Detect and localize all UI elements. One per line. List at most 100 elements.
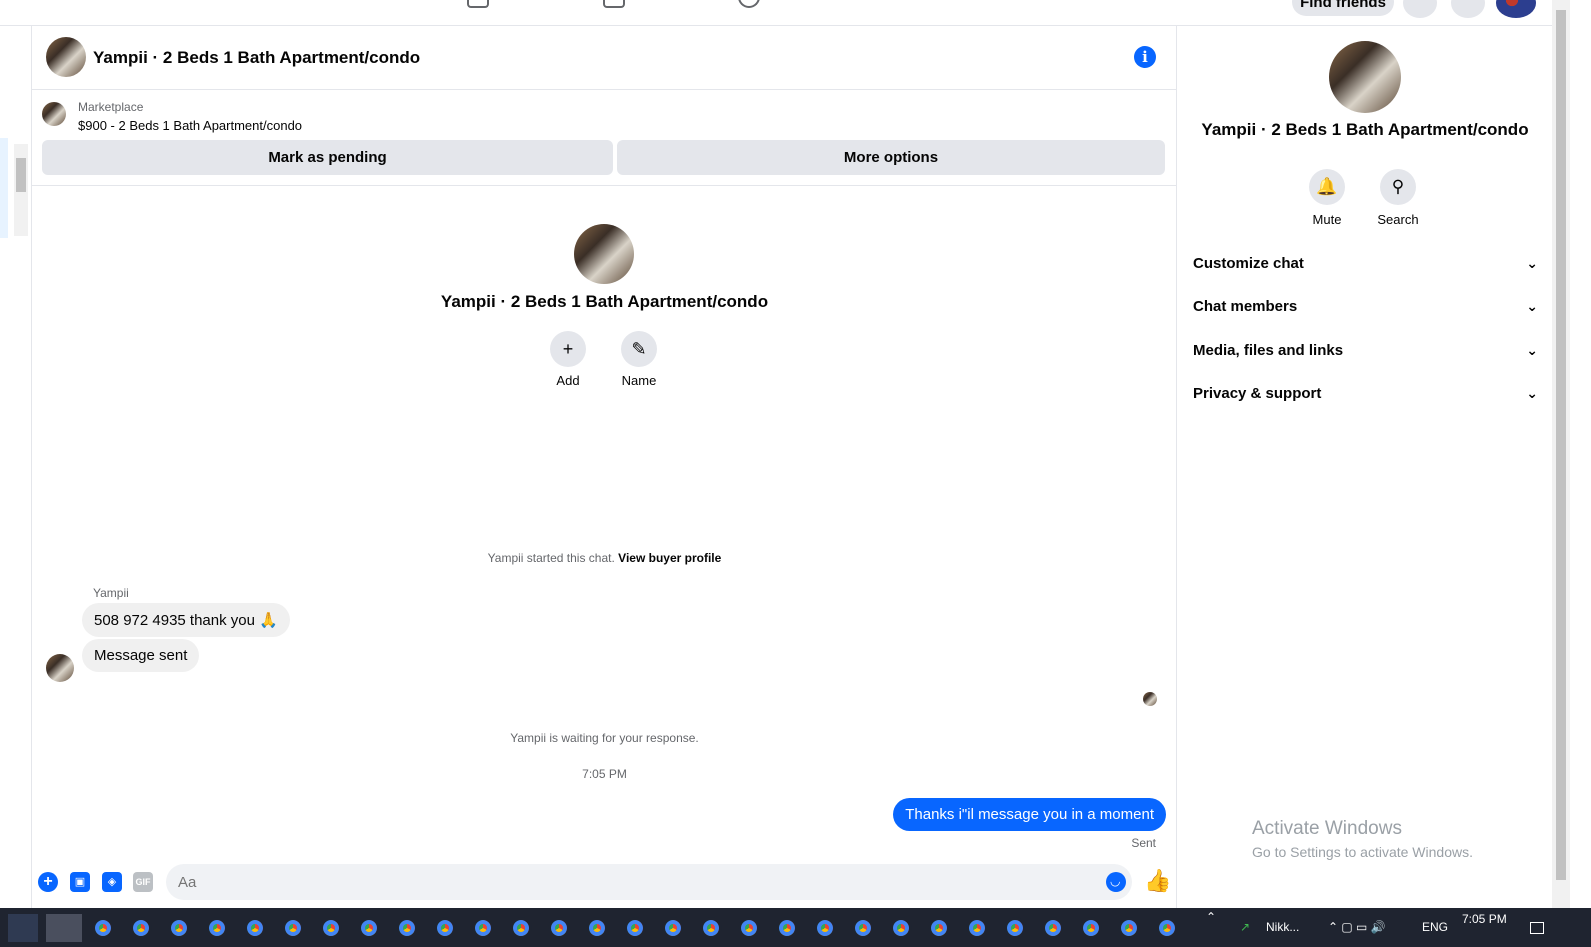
message-input[interactable] xyxy=(166,864,1132,900)
stock-icon[interactable]: ↗ xyxy=(1240,920,1250,934)
chat-avatar[interactable] xyxy=(46,37,86,77)
chrome-icon[interactable] xyxy=(396,917,418,939)
gif-icon[interactable]: GIF xyxy=(133,872,153,892)
section-label: Customize chat xyxy=(1193,255,1304,272)
chrome-icon[interactable] xyxy=(700,917,722,939)
chrome-icon[interactable] xyxy=(624,917,646,939)
thumbs-up-icon[interactable]: 👍 xyxy=(1144,868,1171,894)
photo-icon[interactable]: ▣ xyxy=(70,872,90,892)
chrome-icon[interactable] xyxy=(738,917,760,939)
name-chat-button[interactable]: ✎ Name xyxy=(609,331,669,388)
chrome-icon[interactable] xyxy=(358,917,380,939)
search-button[interactable]: ⚲ Search xyxy=(1368,169,1428,227)
chrome-icon[interactable] xyxy=(1156,917,1178,939)
add-people-button[interactable]: + Add xyxy=(538,331,598,388)
chrome-icon[interactable] xyxy=(662,917,684,939)
customize-chat-section[interactable]: Customize chat ⌄ xyxy=(1193,242,1538,285)
listing-thumbnail[interactable] xyxy=(42,102,66,126)
system-tray-icons[interactable]: ⌃ ▢ ▭ 🔊 xyxy=(1328,920,1386,934)
chrome-icon[interactable] xyxy=(586,917,608,939)
add-label: Add xyxy=(556,373,580,388)
media-files-links-section[interactable]: Media, files and links ⌄ xyxy=(1193,329,1538,372)
chat-title[interactable]: Yampii · 2 Beds 1 Bath Apartment/condo xyxy=(93,48,420,68)
chrome-icon[interactable] xyxy=(776,917,798,939)
chat-header: Yampii · 2 Beds 1 Bath Apartment/condo i xyxy=(32,26,1176,90)
menu-grid-icon[interactable] xyxy=(1403,0,1437,18)
chat-members-section[interactable]: Chat members ⌄ xyxy=(1193,285,1538,328)
more-options-button[interactable]: More options xyxy=(617,140,1165,175)
page-scroll-thumb[interactable] xyxy=(1556,10,1566,880)
chat-details-panel: Yampii · 2 Beds 1 Bath Apartment/condo 🔔… xyxy=(1178,26,1552,908)
chrome-icon[interactable] xyxy=(966,917,988,939)
mute-label: Mute xyxy=(1312,212,1342,227)
chrome-icon[interactable] xyxy=(472,917,494,939)
search-label: Search xyxy=(1377,212,1419,227)
chrome-icon[interactable] xyxy=(1042,917,1064,939)
chrome-icon[interactable] xyxy=(206,917,228,939)
chrome-icon[interactable] xyxy=(852,917,874,939)
chrome-icon[interactable] xyxy=(510,917,532,939)
incoming-message[interactable]: Message sent xyxy=(82,639,200,672)
file-explorer-icon[interactable] xyxy=(8,914,38,942)
chrome-icon[interactable] xyxy=(814,917,836,939)
chrome-icon[interactable] xyxy=(928,917,950,939)
chrome-icon[interactable] xyxy=(1004,917,1026,939)
activate-windows-watermark: Activate Windows Go to Settings to activ… xyxy=(1252,818,1473,860)
chrome-icon[interactable] xyxy=(320,917,342,939)
plus-icon[interactable]: + xyxy=(38,872,58,892)
chevron-down-icon: ⌄ xyxy=(1526,385,1538,401)
chrome-icon[interactable] xyxy=(1118,917,1140,939)
taskbar-overflow-icon[interactable]: ⌃ xyxy=(1206,910,1216,924)
incoming-message[interactable]: 508 972 4935 thank you 🙏 xyxy=(82,603,290,637)
notification-center-icon[interactable] xyxy=(1530,922,1544,934)
marketplace-label: Marketplace xyxy=(78,100,144,114)
chrome-icon[interactable] xyxy=(548,917,570,939)
panel-chat-name: Yampii · 2 Beds 1 Bath Apartment/condo xyxy=(1201,120,1529,139)
gaming-nav-icon[interactable] xyxy=(738,0,760,8)
mute-button[interactable]: 🔔 Mute xyxy=(1297,169,1357,227)
thread-avatar xyxy=(574,224,634,284)
watermark-line1: Activate Windows xyxy=(1252,818,1402,839)
selected-chat-indicator xyxy=(0,138,8,238)
sender-name: Yampii xyxy=(93,586,129,600)
notifications-icon[interactable] xyxy=(1451,0,1485,18)
emoji-icon[interactable] xyxy=(1106,872,1126,892)
top-navigation-bar: Find friends xyxy=(0,0,1570,26)
page-scrollbar[interactable] xyxy=(1552,0,1570,908)
chrome-icon[interactable] xyxy=(168,917,190,939)
active-app-icon[interactable] xyxy=(46,914,82,942)
chrome-icon[interactable] xyxy=(434,917,456,939)
thread-name: Yampii · 2 Beds 1 Bath Apartment/condo xyxy=(440,292,769,311)
chevron-down-icon: ⌄ xyxy=(1526,255,1538,271)
outgoing-message[interactable]: Thanks i"il message you in a moment xyxy=(893,798,1166,831)
sticker-icon[interactable]: ◈ xyxy=(102,872,122,892)
marketplace-nav-icon[interactable] xyxy=(467,0,489,8)
sidebar-scroll-thumb[interactable] xyxy=(16,158,26,192)
groups-nav-icon[interactable] xyxy=(603,0,625,8)
chrome-icon[interactable] xyxy=(130,917,152,939)
chat-started-text: Yampii started this chat. xyxy=(487,551,615,565)
language-indicator[interactable]: ENG xyxy=(1422,920,1448,934)
chrome-icon[interactable] xyxy=(1080,917,1102,939)
chrome-icon[interactable] xyxy=(282,917,304,939)
conversation-pane: Yampii · 2 Beds 1 Bath Apartment/condo i… xyxy=(32,26,1177,908)
chrome-icon[interactable] xyxy=(244,917,266,939)
info-icon[interactable]: i xyxy=(1134,46,1156,68)
listing-title[interactable]: $900 - 2 Beds 1 Bath Apartment/condo xyxy=(78,118,302,133)
taskbar-clock[interactable]: 7:05 PM xyxy=(1462,912,1507,926)
chrome-icon[interactable] xyxy=(890,917,912,939)
panel-avatar[interactable] xyxy=(1329,41,1401,113)
chevron-down-icon: ⌄ xyxy=(1526,298,1538,314)
view-buyer-profile-link[interactable]: View buyer profile xyxy=(618,551,721,565)
search-icon: ⚲ xyxy=(1380,169,1416,205)
privacy-support-section[interactable]: Privacy & support ⌄ xyxy=(1193,372,1538,415)
pencil-icon: ✎ xyxy=(621,331,657,367)
account-avatar[interactable] xyxy=(1496,0,1536,18)
add-person-icon: + xyxy=(550,331,586,367)
watermark-line2: Go to Settings to activate Windows. xyxy=(1252,844,1473,860)
find-friends-button[interactable]: Find friends xyxy=(1292,0,1394,16)
sender-avatar[interactable] xyxy=(46,654,74,682)
taskbar-app-label[interactable]: Nikk... xyxy=(1266,920,1299,934)
chrome-icon[interactable] xyxy=(92,917,114,939)
mark-as-pending-button[interactable]: Mark as pending xyxy=(42,140,613,175)
